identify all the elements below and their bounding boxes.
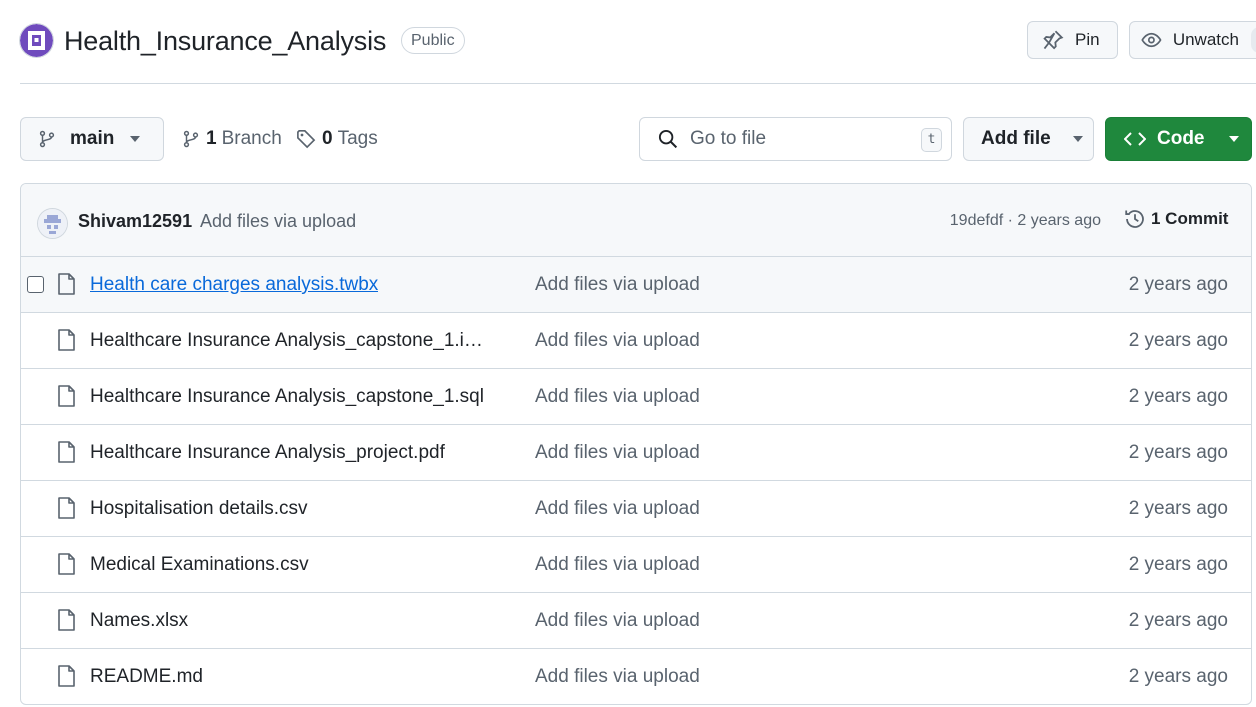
keyboard-shortcut-hint: t [921,128,942,152]
branch-icon [39,130,55,148]
eye-icon [1141,32,1162,48]
file-icon [58,273,75,295]
file-name-link[interactable]: README.md [90,666,203,688]
repo-header: Health_Insurance_Analysis Public Pin Unw… [0,0,1256,84]
commit-count-label: 1 Commit [1151,209,1229,228]
file-name-link[interactable]: Healthcare Insurance Analysis_project.pd… [90,442,445,464]
row-checkbox[interactable] [27,276,44,293]
add-file-button[interactable]: Add file [963,117,1094,161]
file-age: 2 years ago [1128,274,1228,295]
file-name-link[interactable]: Hospitalisation details.csv [90,498,308,520]
commit-hash-and-time[interactable]: 19defdf · 2 years ago [950,212,1101,230]
file-icon [58,609,75,631]
code-icon [1124,132,1146,146]
file-commit-message[interactable]: Add files via upload [535,274,700,296]
file-row[interactable]: Healthcare Insurance Analysis_project.pd… [21,425,1251,481]
pin-label: Pin [1075,30,1100,49]
file-row[interactable]: Healthcare Insurance Analysis_capstone_1… [21,313,1251,369]
file-commit-message[interactable]: Add files via upload [535,610,700,632]
file-name-link[interactable]: Names.xlsx [90,610,188,632]
file-icon [58,329,75,351]
file-row[interactable]: Names.xlsx Add files via upload 2 years … [21,593,1251,649]
branch-selector[interactable]: main [20,117,164,161]
file-age: 2 years ago [1128,498,1228,519]
file-age: 2 years ago [1128,442,1228,463]
chevron-down-icon [1072,136,1083,142]
file-icon [58,497,75,519]
file-icon [58,385,75,407]
watch-counter [1250,27,1256,53]
branches-link[interactable]: 1 Branch [182,128,282,150]
tags-link[interactable]: 0 Tags [296,128,378,150]
file-row[interactable]: Healthcare Insurance Analysis_capstone_1… [21,369,1251,425]
file-commit-message[interactable]: Add files via upload [535,554,700,576]
file-age: 2 years ago [1128,330,1228,351]
tags-count: 0 [322,128,333,149]
go-to-file-search[interactable]: t [639,117,952,161]
go-to-file-input[interactable] [690,128,910,150]
file-commit-message[interactable]: Add files via upload [535,666,700,688]
visibility-badge: Public [401,27,465,54]
file-commit-message[interactable]: Add files via upload [535,330,700,352]
file-name-link[interactable]: Medical Examinations.csv [90,554,309,576]
code-button[interactable]: Code [1105,117,1252,161]
history-icon [1125,210,1144,228]
file-browser: Shivam12591 Add files via upload 19defdf… [20,183,1252,705]
file-row[interactable]: Medical Examinations.csv Add files via u… [21,537,1251,593]
file-commit-message[interactable]: Add files via upload [535,442,700,464]
file-icon [58,665,75,687]
file-icon [58,553,75,575]
file-name-link[interactable]: Healthcare Insurance Analysis_capstone_1… [90,386,484,408]
header-divider [20,83,1256,84]
file-name-link[interactable]: Health care charges analysis.twbx [90,274,378,296]
repo-name[interactable]: Health_Insurance_Analysis [64,26,386,57]
latest-commit-bar: Shivam12591 Add files via upload 19defdf… [21,184,1251,257]
chevron-down-icon [1228,136,1239,142]
commit-author[interactable]: Shivam12591 [78,211,192,232]
commits-link[interactable]: 1 Commit [1124,208,1228,230]
file-commit-message[interactable]: Add files via upload [535,386,700,408]
branches-label: Branch [221,128,282,149]
branches-count: 1 [206,128,217,149]
add-file-label: Add file [981,128,1051,149]
commit-message[interactable]: Add files via upload [200,211,356,232]
file-row[interactable]: Health care charges analysis.twbx Add fi… [21,257,1251,313]
file-age: 2 years ago [1128,666,1228,687]
unwatch-label: Unwatch [1172,30,1239,49]
file-age: 2 years ago [1128,386,1228,407]
file-row[interactable]: Hospitalisation details.csv Add files vi… [21,481,1251,537]
file-name-link[interactable]: Healthcare Insurance Analysis_capstone_1… [90,330,489,352]
code-label: Code [1157,128,1205,149]
file-icon [58,441,75,463]
tags-label: Tags [337,128,378,149]
branch-icon [183,130,199,148]
file-age: 2 years ago [1128,554,1228,575]
search-icon [658,129,678,149]
branch-name: main [70,128,115,149]
file-commit-message[interactable]: Add files via upload [535,498,700,520]
file-age: 2 years ago [1128,610,1228,631]
chevron-down-icon [130,136,141,142]
file-row[interactable]: README.md Add files via upload 2 years a… [21,649,1251,704]
author-avatar[interactable] [38,209,67,238]
pin-icon [1043,30,1064,50]
tag-icon [297,130,316,149]
owner-avatar[interactable] [20,24,53,57]
unwatch-button[interactable]: Unwatch [1129,21,1256,59]
pin-button[interactable]: Pin [1027,21,1118,59]
